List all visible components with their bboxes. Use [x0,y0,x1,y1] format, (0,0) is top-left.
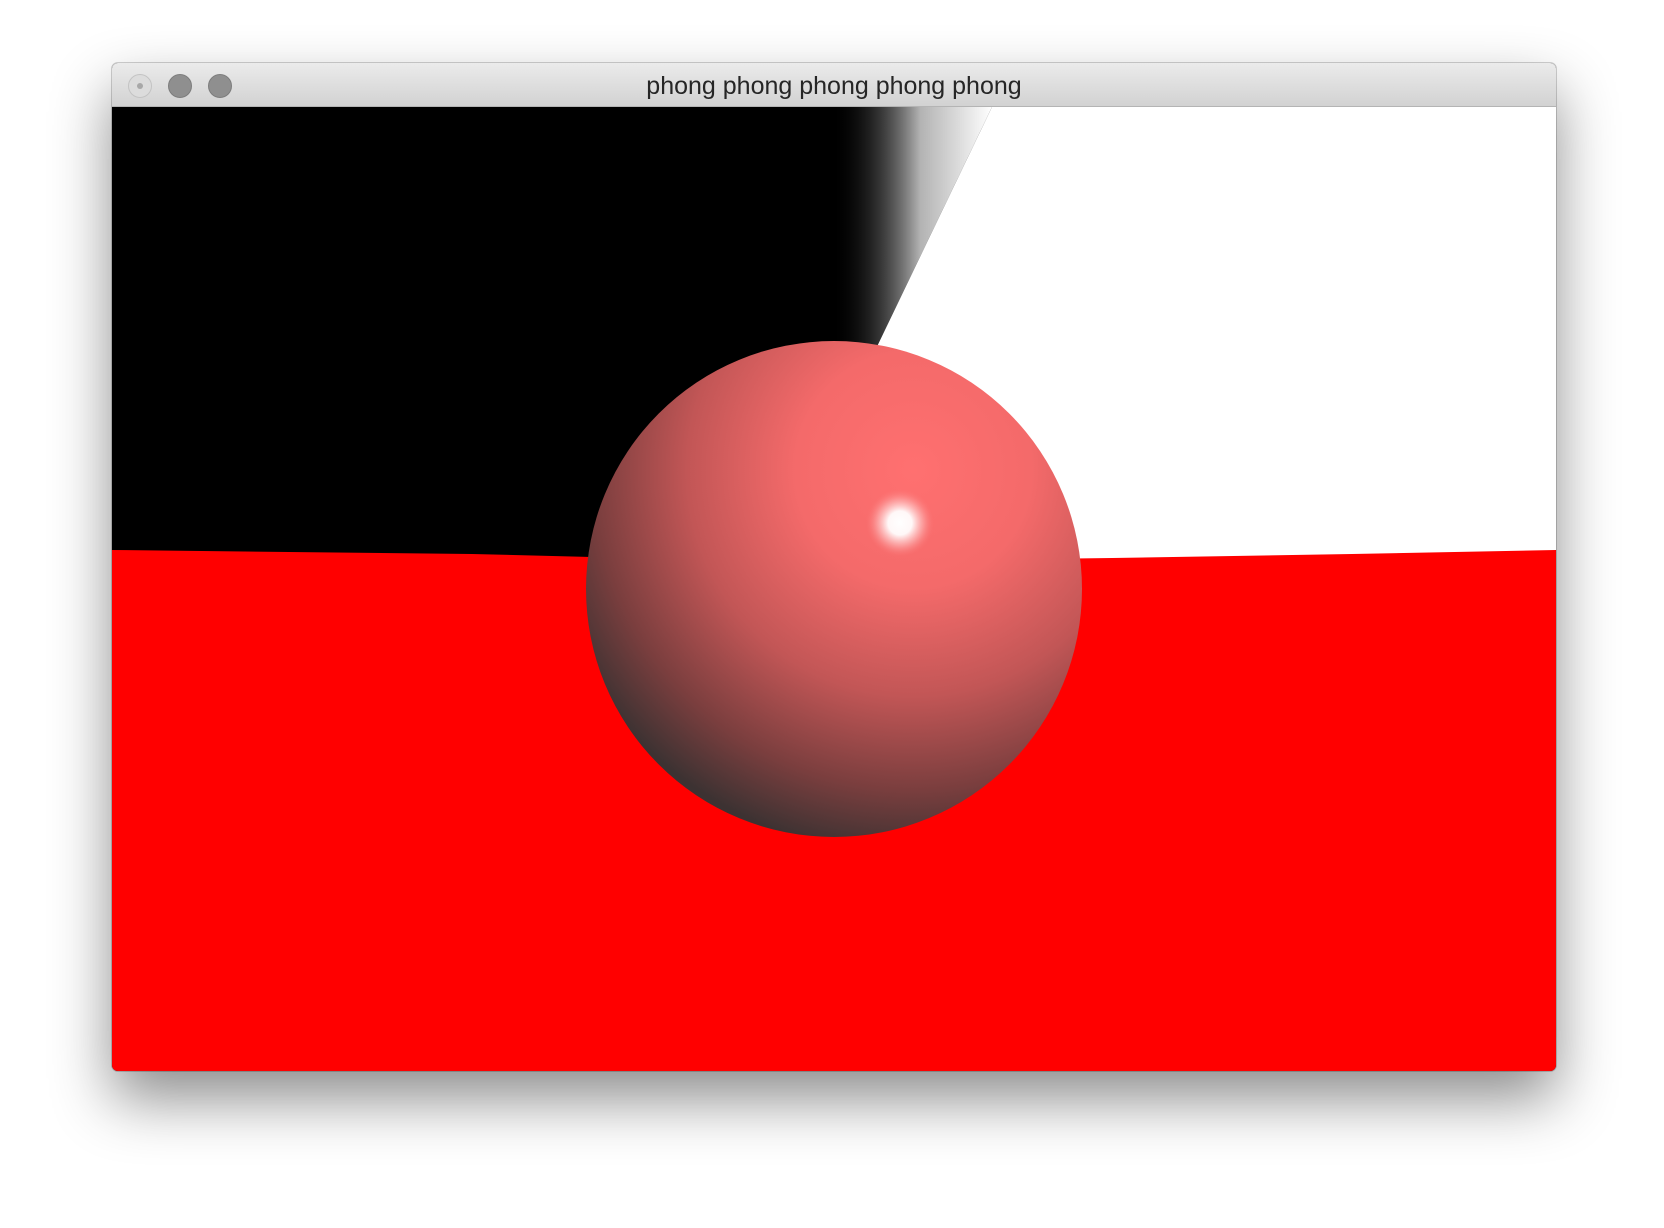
render-canvas [112,107,1556,1071]
render-viewport[interactable] [112,107,1556,1071]
title-bar[interactable]: phong phong phong phong phong [112,63,1556,107]
window-title: phong phong phong phong phong [646,72,1022,100]
shaded-sphere [586,341,1082,837]
app-window: phong phong phong phong phong [112,63,1556,1071]
specular-highlight [866,489,934,557]
